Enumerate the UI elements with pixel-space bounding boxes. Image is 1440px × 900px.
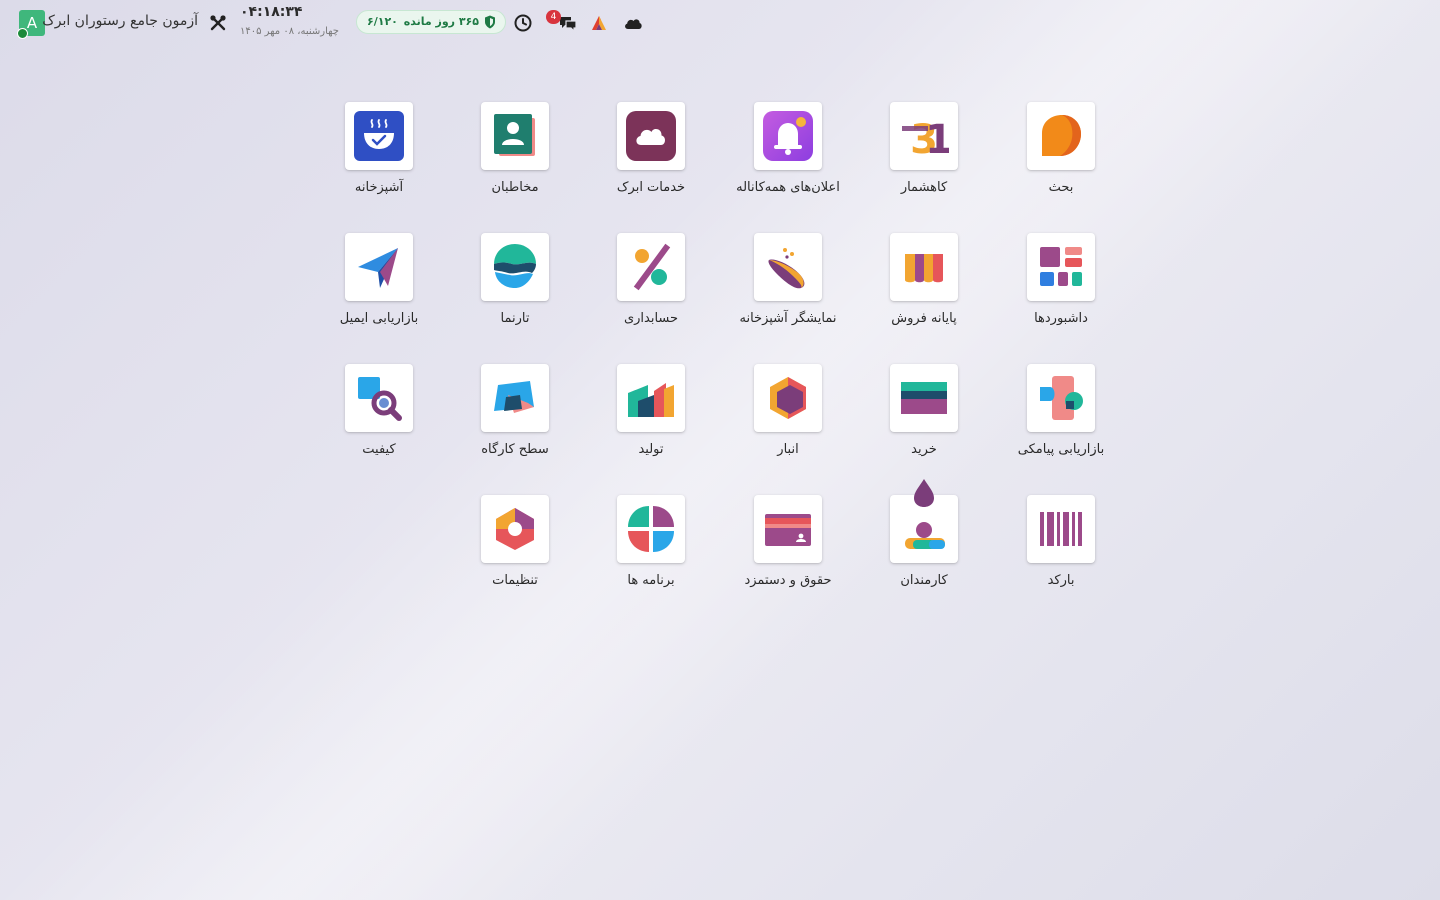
app-label: بازاریابی پیامکی xyxy=(1017,442,1105,457)
website-icon xyxy=(494,244,536,288)
app-omnichannel[interactable]: اعلان‌های همه‌کاناله xyxy=(720,102,856,212)
app-tile xyxy=(481,495,549,563)
manufacturing-icon xyxy=(628,383,674,417)
apps-icon xyxy=(628,506,674,552)
app-tile xyxy=(345,364,413,432)
kitchen-icon xyxy=(354,111,404,161)
app-tile xyxy=(345,233,413,301)
app-tile xyxy=(754,495,822,563)
dashboards-icon xyxy=(1040,247,1082,286)
payroll-icon xyxy=(765,514,811,546)
calendar-icon: 3 1 xyxy=(902,117,949,161)
contacts-icon xyxy=(494,114,535,156)
app-label: تنظیمات xyxy=(492,573,538,588)
app-tile xyxy=(1027,364,1095,432)
shop-floor-icon xyxy=(494,381,534,413)
app-tile xyxy=(754,233,822,301)
app-label: اعلان‌های همه‌کاناله xyxy=(736,180,840,195)
app-apps[interactable]: برنامه ها xyxy=(583,495,719,605)
app-tile xyxy=(754,102,822,170)
app-label: داشبوردها xyxy=(1034,311,1088,326)
app-label: آشپزخانه xyxy=(354,180,404,195)
app-tile xyxy=(481,102,549,170)
pos-icon xyxy=(905,254,943,283)
app-employees[interactable]: کارمندان xyxy=(856,478,992,588)
app-label: تولید xyxy=(638,442,664,457)
svg-text:1: 1 xyxy=(925,117,949,161)
app-tile xyxy=(1027,233,1095,301)
employee-drop-shape xyxy=(914,479,934,507)
app-label: مخاطبان xyxy=(491,180,539,195)
employees-icon xyxy=(905,522,945,549)
app-tile xyxy=(890,364,958,432)
accounting-icon xyxy=(633,243,671,291)
apps-grid: آشپزخانه مخاطبان خدمات ابرک xyxy=(0,0,1440,900)
app-label: حقوق و دستمزد xyxy=(744,573,832,588)
app-kitchen[interactable]: آشپزخانه xyxy=(311,102,447,212)
app-label: پایانه فروش xyxy=(891,311,957,326)
app-pos[interactable]: پایانه فروش xyxy=(856,233,992,343)
app-tile xyxy=(617,102,685,170)
app-label: کارمندان xyxy=(900,573,948,588)
app-label: کاهشمار xyxy=(900,180,948,195)
app-tile xyxy=(481,364,549,432)
app-tile xyxy=(481,233,549,301)
app-email-marketing[interactable]: بازاریابی ایمیل xyxy=(311,233,447,343)
app-contacts[interactable]: مخاطبان xyxy=(447,102,583,212)
app-barcode[interactable]: بارکد xyxy=(993,495,1129,605)
email-marketing-icon xyxy=(358,248,398,288)
app-shop-floor[interactable]: سطح کارگاه xyxy=(447,364,583,474)
app-dashboards[interactable]: داشبوردها xyxy=(993,233,1129,343)
app-quality[interactable]: کیفیت xyxy=(311,364,447,474)
app-tile xyxy=(617,233,685,301)
app-cloud-services[interactable]: خدمات ابرک xyxy=(583,102,719,212)
app-label: انبار xyxy=(777,442,799,457)
app-accounting[interactable]: حسابداری xyxy=(583,233,719,343)
app-label: خدمات ابرک xyxy=(616,180,686,195)
app-label: بحث xyxy=(1048,180,1074,195)
app-label: حسابداری xyxy=(623,311,679,326)
app-label: خرید xyxy=(911,442,937,457)
app-label: نمایشگر آشپزخانه xyxy=(739,311,837,326)
app-calendar[interactable]: 3 1 کاهشمار xyxy=(856,102,992,212)
app-sms-marketing[interactable]: بازاریابی پیامکی xyxy=(993,364,1129,474)
sms-marketing-icon xyxy=(1040,376,1083,420)
inventory-icon xyxy=(770,377,806,419)
quality-icon xyxy=(358,377,402,421)
app-discuss[interactable]: بحث xyxy=(993,102,1129,212)
app-website[interactable]: تارنما xyxy=(447,233,583,343)
discuss-icon xyxy=(1042,115,1081,156)
app-tile xyxy=(890,233,958,301)
app-tile xyxy=(617,364,685,432)
app-tile xyxy=(617,495,685,563)
app-tile xyxy=(1027,495,1095,563)
app-inventory[interactable]: انبار xyxy=(720,364,856,474)
app-purchase[interactable]: خرید xyxy=(856,364,992,474)
app-label: بارکد xyxy=(1047,573,1075,588)
app-label: برنامه ها xyxy=(627,573,675,588)
barcode-icon xyxy=(1040,512,1082,546)
app-label: کیفیت xyxy=(362,442,396,457)
app-manufacturing[interactable]: تولید xyxy=(583,364,719,474)
app-label: بازاریابی ایمیل xyxy=(339,311,419,326)
app-tile xyxy=(1027,102,1095,170)
app-tile xyxy=(345,102,413,170)
app-tile: 3 1 xyxy=(890,102,958,170)
purchase-icon xyxy=(901,382,947,414)
app-label: سطح کارگاه xyxy=(481,442,549,457)
cloud-services-icon xyxy=(626,111,676,161)
app-label: تارنما xyxy=(500,311,530,326)
app-kitchen-display[interactable]: نمایشگر آشپزخانه xyxy=(720,233,856,343)
app-settings[interactable]: تنظیمات xyxy=(447,495,583,605)
settings-icon xyxy=(496,508,534,550)
omnichannel-icon xyxy=(763,111,813,161)
kitchen-display-icon xyxy=(768,248,805,289)
app-payroll[interactable]: حقوق و دستمزد xyxy=(720,495,856,605)
app-tile xyxy=(754,364,822,432)
